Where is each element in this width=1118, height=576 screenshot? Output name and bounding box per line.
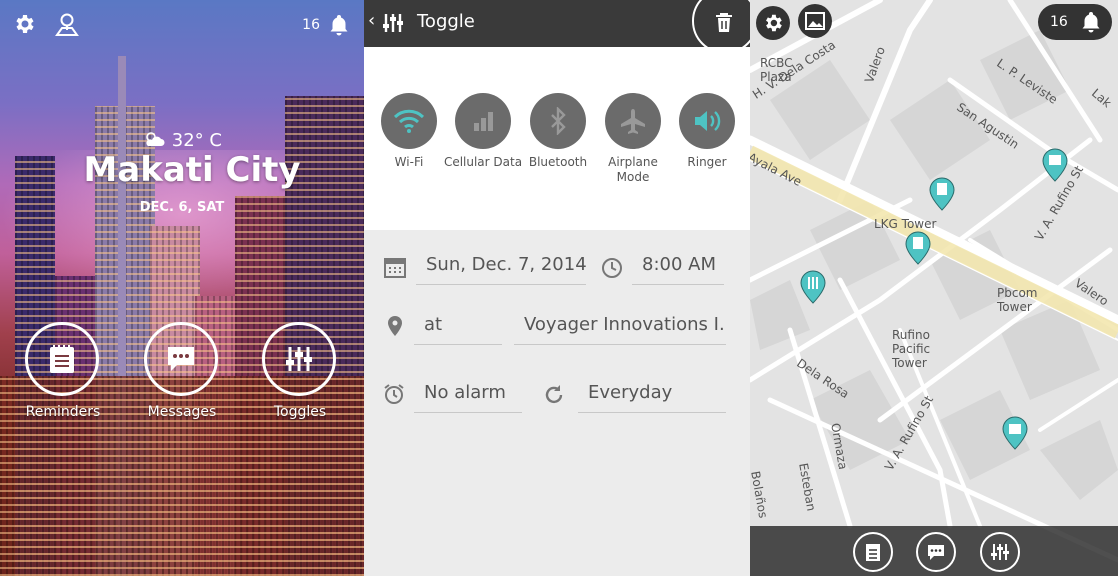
- toggles-button[interactable]: [980, 532, 1020, 572]
- toggle-row: Wi-Fi Cellular Data Bluetooth Airplane M…: [364, 47, 750, 230]
- notification-count: 16: [302, 17, 320, 33]
- notification-count: 16: [1050, 14, 1068, 30]
- sliders-icon: [286, 347, 312, 371]
- toggles-button[interactable]: [262, 322, 336, 396]
- back-chevron-icon[interactable]: ‹: [368, 10, 375, 31]
- reminders-button[interactable]: [853, 532, 893, 572]
- wifi-icon: [393, 109, 425, 133]
- image-icon: [805, 12, 825, 30]
- map-pin-reminder[interactable]: [905, 231, 931, 265]
- place-label: Pbcom Tower: [997, 286, 1038, 314]
- bluetooth-label: Bluetooth: [528, 155, 588, 169]
- calendar-icon: [384, 258, 406, 278]
- cellular-data-label: Cellular Data: [443, 155, 523, 169]
- chat-bubble-icon: [168, 347, 194, 371]
- settings-button[interactable]: [756, 6, 790, 40]
- signal-bars-icon: [474, 112, 493, 131]
- map-pin-toggle[interactable]: [800, 270, 826, 304]
- notepad-icon: [50, 345, 74, 373]
- map-pin-gift[interactable]: [1002, 416, 1028, 450]
- speaker-icon: [695, 111, 721, 131]
- map-pin-reminder[interactable]: [929, 177, 955, 211]
- home-topbar: 16: [12, 12, 352, 40]
- alarm-clock-icon: [384, 384, 404, 404]
- time-field[interactable]: 8:00 AM: [632, 251, 724, 285]
- repeat-icon: [545, 385, 563, 404]
- map-screen[interactable]: 16 H. V. Dela Costa Valero L. P. Leviste…: [750, 0, 1118, 576]
- location-field[interactable]: Voyager Innovations I..: [514, 311, 726, 345]
- trash-icon: [716, 13, 732, 32]
- gear-icon[interactable]: [12, 12, 36, 36]
- sliders-icon: [383, 14, 403, 32]
- date-label: DEC. 6, SAT: [139, 200, 225, 215]
- city-name: Makati City: [83, 150, 301, 190]
- partly-cloudy-icon: [146, 132, 165, 146]
- bluetooth-icon: [551, 107, 566, 135]
- alarm-field[interactable]: No alarm: [414, 379, 522, 413]
- reminders-label: Reminders: [25, 404, 101, 420]
- ringer-toggle[interactable]: [679, 93, 735, 149]
- sliders-icon: [991, 544, 1009, 560]
- map-pin-message[interactable]: [1042, 148, 1068, 182]
- toggle-screen: ‹ Toggle Wi-Fi Cellular Data Bluetooth A…: [364, 0, 750, 576]
- notepad-icon: [866, 544, 880, 561]
- chat-bubble-icon: [928, 545, 944, 560]
- toggles-label: Toggles: [273, 404, 327, 420]
- airplane-mode-label: Airplane Mode: [608, 155, 658, 184]
- location-pin-icon: [388, 316, 402, 336]
- notification-pill[interactable]: 16: [1038, 4, 1112, 40]
- bell-icon: [1082, 12, 1100, 33]
- temperature: 32° C: [171, 130, 222, 151]
- image-button[interactable]: [798, 4, 832, 38]
- date-field[interactable]: Sun, Dec. 7, 2014: [416, 251, 586, 285]
- wifi-label: Wi-Fi: [394, 155, 424, 169]
- messages-label: Messages: [147, 404, 217, 420]
- place-label: Rufino Pacific Tower: [892, 328, 931, 370]
- cellular-data-toggle[interactable]: [455, 93, 511, 149]
- wifi-toggle[interactable]: [381, 93, 437, 149]
- bluetooth-toggle[interactable]: [530, 93, 586, 149]
- ringer-label: Ringer: [687, 155, 727, 169]
- place-label: RCBC Plaza: [760, 56, 793, 84]
- toggle-header: ‹ Toggle: [364, 0, 750, 54]
- delete-button[interactable]: [692, 0, 750, 54]
- weather: 32° C: [0, 130, 364, 151]
- messages-button[interactable]: [144, 322, 218, 396]
- home-screen: 16 32° C Makati City DEC. 6, SAT Reminde…: [0, 0, 364, 576]
- place-label: LKG Tower: [874, 217, 937, 231]
- messages-button[interactable]: [916, 532, 956, 572]
- gear-icon: [766, 14, 782, 32]
- clock-icon: [602, 258, 622, 278]
- location-prefix: at: [414, 311, 502, 345]
- airplane-icon: [621, 109, 645, 134]
- reminders-button[interactable]: [25, 322, 99, 396]
- airplane-mode-toggle[interactable]: [605, 93, 661, 149]
- repeat-field[interactable]: Everyday: [578, 379, 726, 413]
- map-pin-icon[interactable]: [54, 12, 80, 38]
- map-bottom-bar: [750, 526, 1118, 576]
- page-title: Toggle: [417, 11, 475, 32]
- bell-icon[interactable]: [328, 13, 350, 37]
